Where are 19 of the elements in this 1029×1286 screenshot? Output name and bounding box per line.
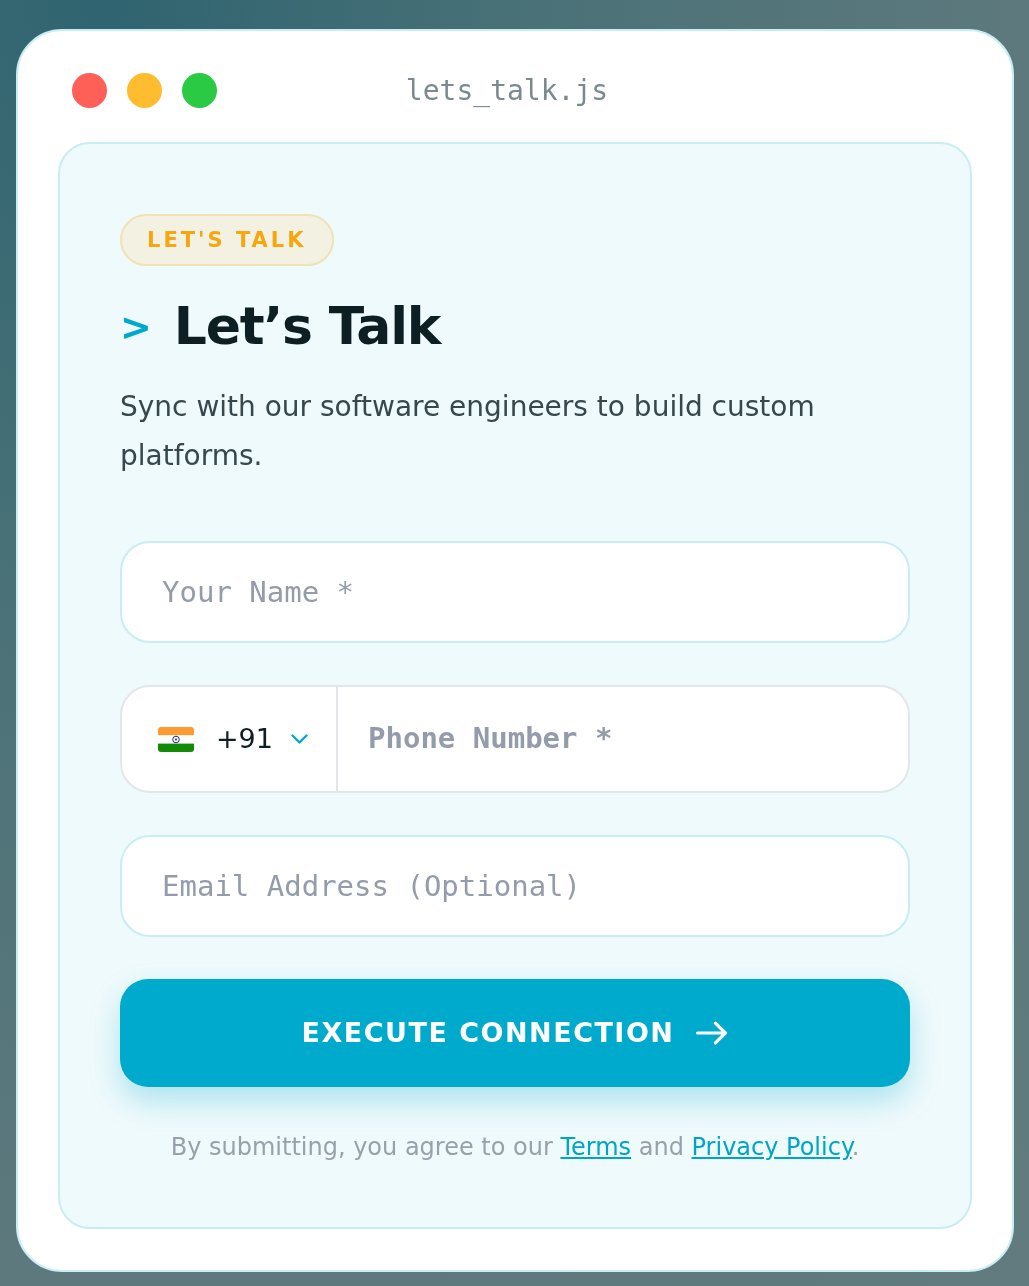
arrow-right-icon — [696, 1021, 729, 1045]
chevron-down-icon — [291, 734, 308, 744]
policy-link[interactable]: Terms — [560, 1133, 632, 1161]
submit-button[interactable]: EXECUTE CONNECTION — [120, 979, 910, 1087]
consent-text: By submitting, you agree to our Terms and Privacy Policy. — [169, 1132, 861, 1162]
maximize-button[interactable] — [182, 73, 217, 108]
window-title: lets_talk.js — [405, 72, 609, 109]
input-field[interactable]: Your Name * — [120, 541, 910, 643]
country-code-select[interactable]: +91 — [120, 685, 338, 793]
policy-link[interactable]: Privacy Policy — [691, 1133, 852, 1161]
prompt-symbol: > — [120, 307, 152, 346]
flag-icon — [158, 726, 194, 752]
phone-input[interactable]: Phone Number * — [338, 685, 910, 793]
close-button[interactable] — [72, 73, 107, 108]
intro-text: Sync with our software engineers to build custom platforms. — [120, 389, 816, 474]
heading: Let’s Talk — [173, 295, 441, 358]
section-tag: LET'S TALK — [120, 214, 334, 266]
input-field[interactable]: Email Address (Optional) — [120, 835, 910, 937]
minimize-button[interactable] — [127, 73, 162, 108]
